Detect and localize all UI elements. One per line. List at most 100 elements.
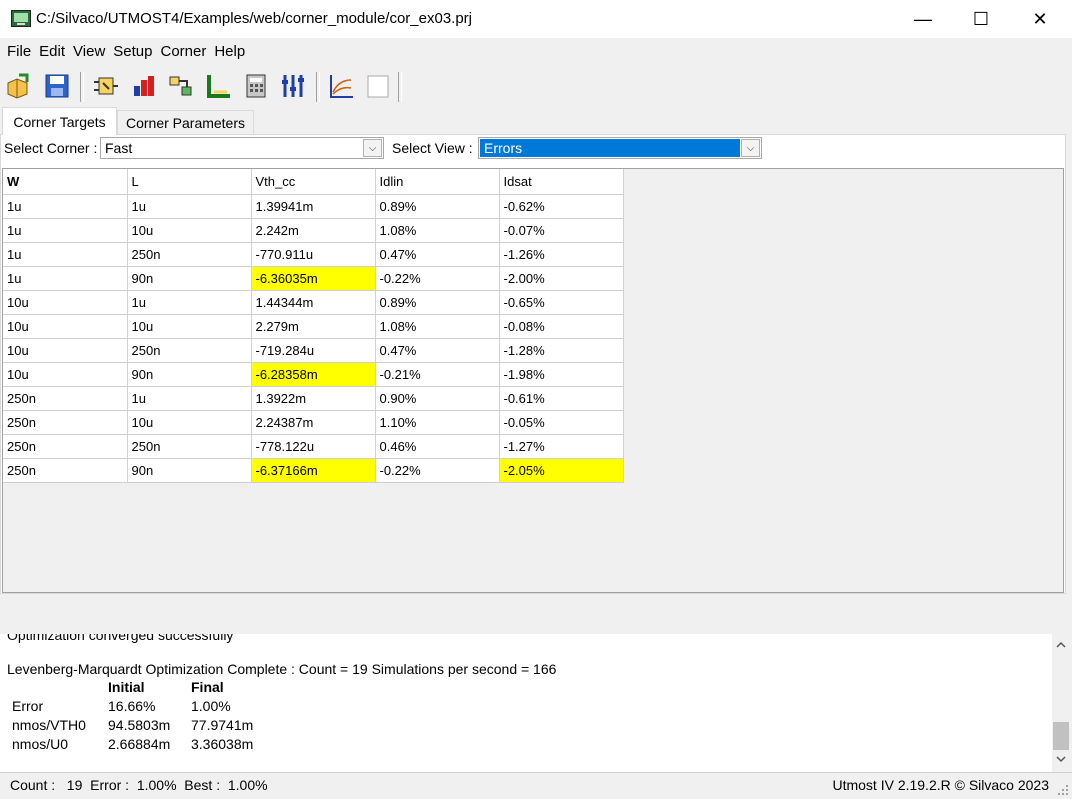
cell-l[interactable]: 250n (127, 434, 252, 459)
cell-idsat[interactable]: -0.08% (499, 314, 624, 339)
cell-vth-cc[interactable]: 2.24387m (251, 410, 376, 435)
cell-vth-cc[interactable]: 2.279m (251, 314, 376, 339)
cell-vth-cc[interactable]: 1.39941m (251, 194, 376, 219)
chevron-down-icon[interactable]: ⌵ (363, 139, 382, 157)
cell-idlin[interactable]: 1.10% (375, 410, 500, 435)
cell-idlin[interactable]: -0.21% (375, 362, 500, 387)
characteristic-icon[interactable] (205, 72, 233, 100)
flow-icon[interactable] (167, 72, 195, 100)
table-row: 10u 10u 2.279m 1.08% -0.08% (3, 314, 624, 339)
cell-w[interactable]: 250n (3, 386, 128, 411)
close-button[interactable]: ✕ (1011, 0, 1069, 38)
chevron-down-icon[interactable]: ⌵ (741, 139, 760, 157)
cell-l[interactable]: 250n (127, 338, 252, 363)
cell-w[interactable]: 250n (3, 410, 128, 435)
save-icon[interactable] (43, 72, 71, 100)
blank-page-icon[interactable] (364, 72, 392, 100)
cell-idsat[interactable]: -1.26% (499, 242, 624, 267)
log-scrollbar[interactable] (1052, 634, 1070, 772)
cell-vth-cc[interactable]: 2.242m (251, 218, 376, 243)
cell-l[interactable]: 10u (127, 410, 252, 435)
cell-l[interactable]: 1u (127, 194, 252, 219)
cell-vth-cc[interactable]: 1.3922m (251, 386, 376, 411)
column-header-w[interactable]: W (3, 169, 128, 195)
cell-vth-cc-highlighted[interactable]: -6.28358m (251, 362, 376, 387)
cell-w[interactable]: 10u (3, 338, 128, 363)
cell-vth-cc[interactable]: -719.284u (251, 338, 376, 363)
cell-vth-cc[interactable]: -778.122u (251, 434, 376, 459)
menu-corner[interactable]: Corner (156, 43, 210, 60)
scroll-thumb[interactable] (1053, 722, 1069, 750)
cell-idsat[interactable]: -1.27% (499, 434, 624, 459)
table-row: 10u 1u 1.44344m 0.89% -0.65% (3, 290, 624, 315)
tab-corner-parameters[interactable]: Corner Parameters (117, 110, 254, 135)
plot-icon[interactable] (327, 72, 355, 100)
cell-l[interactable]: 90n (127, 362, 252, 387)
cell-idsat[interactable]: -0.62% (499, 194, 624, 219)
cell-idlin[interactable]: -0.22% (375, 458, 500, 483)
cell-idsat[interactable]: -1.98% (499, 362, 624, 387)
table-row: 250n 250n -778.122u 0.46% -1.27% (3, 434, 624, 459)
menu-edit[interactable]: Edit (35, 43, 69, 60)
minimize-button[interactable]: — (894, 0, 952, 38)
cell-vth-cc-highlighted[interactable]: -6.36035m (251, 266, 376, 291)
cell-l[interactable]: 1u (127, 386, 252, 411)
cell-idlin[interactable]: 0.90% (375, 386, 500, 411)
column-header-idlin[interactable]: Idlin (375, 169, 500, 195)
cell-vth-cc[interactable]: -770.911u (251, 242, 376, 267)
menu-view[interactable]: View (69, 43, 109, 60)
bar-chart-icon[interactable] (130, 72, 158, 100)
column-header-idsat[interactable]: Idsat (499, 169, 624, 195)
cell-w[interactable]: 250n (3, 458, 128, 483)
device-setup-icon[interactable] (92, 72, 120, 100)
cell-w[interactable]: 1u (3, 194, 128, 219)
menu-file[interactable]: File (3, 43, 35, 60)
column-header-l[interactable]: L (127, 169, 252, 195)
cell-idlin[interactable]: 1.08% (375, 314, 500, 339)
tab-corner-targets[interactable]: Corner Targets (2, 107, 117, 135)
cell-idlin[interactable]: 0.47% (375, 242, 500, 267)
sliders-icon[interactable] (279, 72, 307, 100)
cell-idsat[interactable]: -0.61% (499, 386, 624, 411)
cell-idsat[interactable]: -0.65% (499, 290, 624, 315)
cell-w[interactable]: 1u (3, 242, 128, 267)
cell-l[interactable]: 10u (127, 218, 252, 243)
resize-grip-icon[interactable] (1058, 785, 1070, 797)
calculator-icon[interactable] (242, 72, 270, 100)
cell-idsat[interactable]: -0.07% (499, 218, 624, 243)
cell-vth-cc-highlighted[interactable]: -6.37166m (251, 458, 376, 483)
select-view-combo[interactable]: Errors ⌵ (478, 137, 762, 159)
open-icon[interactable] (5, 72, 33, 100)
cell-vth-cc[interactable]: 1.44344m (251, 290, 376, 315)
cell-idsat[interactable]: -2.00% (499, 266, 624, 291)
maximize-button[interactable]: ☐ (952, 0, 1010, 38)
cell-l[interactable]: 90n (127, 266, 252, 291)
scroll-down-icon[interactable] (1055, 754, 1067, 764)
cell-l[interactable]: 10u (127, 314, 252, 339)
cell-l[interactable]: 1u (127, 290, 252, 315)
scroll-up-icon[interactable] (1055, 640, 1067, 650)
menu-help[interactable]: Help (210, 43, 249, 60)
cell-idlin[interactable]: 0.89% (375, 290, 500, 315)
cell-w[interactable]: 10u (3, 362, 128, 387)
table-row: 1u 250n -770.911u 0.47% -1.26% (3, 242, 624, 267)
column-header-vth-cc[interactable]: Vth_cc (251, 169, 376, 195)
select-corner-combo[interactable]: Fast ⌵ (100, 137, 384, 159)
cell-w[interactable]: 10u (3, 290, 128, 315)
cell-idlin[interactable]: 0.46% (375, 434, 500, 459)
cell-idlin[interactable]: 1.08% (375, 218, 500, 243)
cell-w[interactable]: 1u (3, 266, 128, 291)
cell-idlin[interactable]: -0.22% (375, 266, 500, 291)
cell-idlin[interactable]: 0.47% (375, 338, 500, 363)
cell-idsat-highlighted[interactable]: -2.05% (499, 458, 624, 483)
cell-w[interactable]: 1u (3, 218, 128, 243)
menu-setup[interactable]: Setup (109, 43, 156, 60)
cell-idsat[interactable]: -0.05% (499, 410, 624, 435)
cell-w[interactable]: 10u (3, 314, 128, 339)
cell-idsat[interactable]: -1.28% (499, 338, 624, 363)
log-output[interactable]: Optimization converged successfully Leve… (0, 634, 1052, 772)
cell-l[interactable]: 90n (127, 458, 252, 483)
cell-l[interactable]: 250n (127, 242, 252, 267)
cell-idlin[interactable]: 0.89% (375, 194, 500, 219)
cell-w[interactable]: 250n (3, 434, 128, 459)
